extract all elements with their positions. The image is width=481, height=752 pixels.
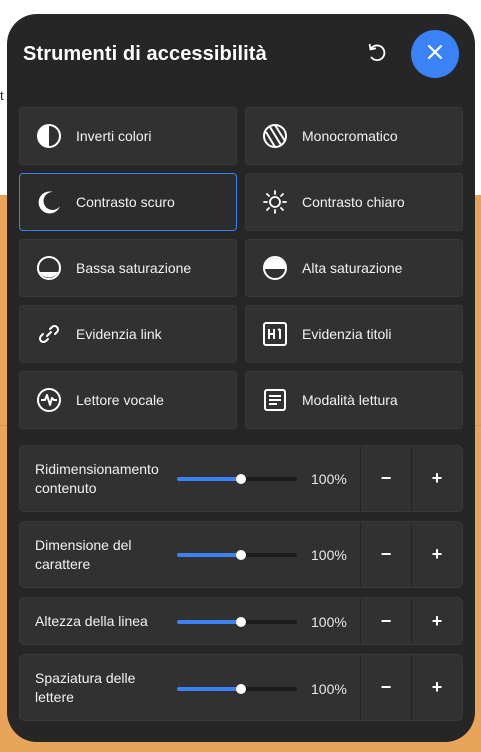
tile-highlight-links[interactable]: Evidenzia link [19,305,237,363]
voice-reader-icon [36,387,62,413]
tile-invert-colors[interactable]: Inverti colori [19,107,237,165]
heading-icon [262,321,288,347]
line-height-slider[interactable] [177,617,297,627]
increase-button[interactable]: + [411,655,462,720]
content-scaling-slider[interactable] [177,474,297,484]
increase-button[interactable]: + [411,446,462,511]
page-background-text: t [0,88,4,103]
slider-thumb[interactable] [235,617,246,627]
slider-label: Dimensione del carattere [35,537,132,572]
tile-dark-contrast[interactable]: Contrasto scuro [19,173,237,231]
increase-button[interactable]: + [411,598,462,644]
slider-fill [177,477,241,481]
slider-thumb[interactable] [235,550,246,560]
tile-monochrome[interactable]: Monocromatico [245,107,463,165]
tile-label: Contrasto scuro [76,194,175,210]
slider-fill [177,553,241,557]
slider-label: Ridimensionamento contenuto [35,461,159,496]
panel-title: Strumenti di accessibilità [23,43,267,65]
tile-label: Contrasto chiaro [302,194,405,210]
monochrome-icon [262,123,288,149]
slider-value: 100% [311,614,347,630]
slider-label: Spaziatura delle lettere [35,670,136,705]
slider-row-content-scaling: Ridimensionamento contenuto 100% − + [19,445,463,512]
close-icon [426,43,444,66]
link-icon [36,321,62,347]
slider-value: 100% [311,681,347,697]
accessibility-panel: Strumenti di accessibilità Inverti color… [7,14,475,742]
tile-label: Bassa saturazione [76,260,192,276]
low-saturation-icon [36,255,62,281]
tile-label: Modalità lettura [302,392,398,408]
decrease-button[interactable]: − [360,522,411,587]
high-saturation-icon [262,255,288,281]
slider-value: 100% [311,547,347,563]
slider-thumb[interactable] [235,474,246,484]
tile-high-saturation[interactable]: Alta saturazione [245,239,463,297]
tile-label: Evidenzia link [76,326,162,342]
font-size-slider[interactable] [177,550,297,560]
tile-label: Evidenzia titoli [302,326,392,342]
increase-button[interactable]: + [411,522,462,587]
close-button[interactable] [411,30,459,78]
slider-thumb[interactable] [235,684,246,694]
tile-highlight-headings[interactable]: Evidenzia titoli [245,305,463,363]
reset-button[interactable] [362,40,392,70]
slider-label: Altezza della linea [35,613,148,629]
reset-icon [366,42,388,69]
invert-colors-icon [36,123,62,149]
slider-fill [177,620,241,624]
decrease-button[interactable]: − [360,655,411,720]
sun-icon [262,189,288,215]
slider-fill [177,687,241,691]
tile-label: Inverti colori [76,128,152,144]
decrease-button[interactable]: − [360,598,411,644]
letter-spacing-slider[interactable] [177,684,297,694]
tile-voice-reader[interactable]: Lettore vocale [19,371,237,429]
tile-label: Monocromatico [302,128,398,144]
tile-low-saturation[interactable]: Bassa saturazione [19,239,237,297]
tile-label: Alta saturazione [302,260,403,276]
decrease-button[interactable]: − [360,446,411,511]
moon-icon [36,189,62,215]
slider-row-line-height: Altezza della linea 100% − + [19,597,463,645]
slider-row-letter-spacing: Spaziatura delle lettere 100% − + [19,654,463,721]
reading-mode-icon [262,387,288,413]
tile-light-contrast[interactable]: Contrasto chiaro [245,173,463,231]
slider-value: 100% [311,471,347,487]
slider-row-font-size: Dimensione del carattere 100% − + [19,521,463,588]
tile-reading-mode[interactable]: Modalità lettura [245,371,463,429]
tile-label: Lettore vocale [76,392,164,408]
